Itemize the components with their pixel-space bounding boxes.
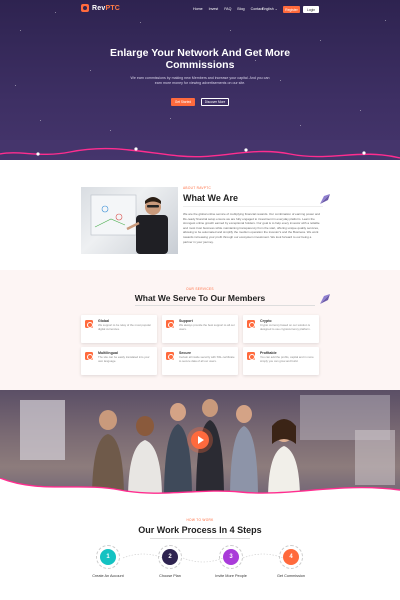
service-card-profitable[interactable]: Profitable You can add the profits, capi… xyxy=(243,347,319,375)
steps-divider xyxy=(150,538,250,539)
about-title: What We Are xyxy=(183,193,239,203)
service-card-secure[interactable]: Secure Certain all inside security with … xyxy=(162,347,238,375)
step-label: Invite More People xyxy=(215,574,247,578)
steps-title: Our Work Process In 4 Steps xyxy=(138,525,262,535)
hero-title: Enlarge Your Network And Get More Commis… xyxy=(109,47,291,71)
photo-wave xyxy=(0,478,400,508)
services-tag: OUR SERVICES xyxy=(186,287,214,291)
nav-link-blog[interactable]: Blog xyxy=(237,7,244,11)
step-number-2: 2 xyxy=(162,549,178,565)
language-select[interactable]: English ⌄ xyxy=(262,7,278,11)
hero-subtitle: We earn commissions by making new Member… xyxy=(130,76,270,85)
logo[interactable]: RevPTC xyxy=(81,4,120,12)
logo-text-b: PTC xyxy=(105,4,121,12)
about-divider xyxy=(183,206,323,207)
service-card-crypto[interactable]: Crypto Crypto currency based on our solu… xyxy=(243,315,319,343)
step-label: Get Commission xyxy=(276,574,306,578)
service-card-desc: The site can be easily translated into y… xyxy=(98,355,150,363)
globe-icon xyxy=(85,320,93,328)
register-button[interactable]: Register xyxy=(283,6,300,13)
support-icon xyxy=(166,320,174,328)
about-image xyxy=(81,187,178,254)
service-card-desc: You can add the profits, capital and in … xyxy=(260,355,314,363)
service-card-desc: Certain all inside security with SSL cer… xyxy=(179,355,235,363)
step-label: Create An Account xyxy=(92,574,124,578)
services-divider xyxy=(135,305,315,306)
step-number-1: 1 xyxy=(100,549,116,565)
service-card-desc: Crypto currency based on our solution is… xyxy=(260,323,311,331)
rocket-icon xyxy=(320,194,330,204)
step-label: Choose Plan xyxy=(159,574,181,578)
lock-icon xyxy=(166,352,174,360)
service-card-desc: We support to be relay of the most popul… xyxy=(98,323,151,331)
crypto-icon xyxy=(247,320,255,328)
about-tag: ABOUT RAVPTC xyxy=(183,186,212,190)
rocket-icon xyxy=(320,294,330,304)
play-video-button[interactable] xyxy=(191,431,209,449)
get-started-button[interactable]: Get Started xyxy=(171,98,195,106)
services-title: What We Serve To Our Members xyxy=(134,293,266,303)
step-number-3: 3 xyxy=(223,549,239,565)
discover-more-button[interactable]: Discover More xyxy=(201,98,229,106)
service-card-global[interactable]: Global We support to be relay of the mos… xyxy=(81,315,157,343)
login-button[interactable]: Login xyxy=(303,6,319,13)
nav-link-faq[interactable]: FAQ xyxy=(224,7,231,11)
steps-connector xyxy=(122,553,284,563)
nav-link-invest[interactable]: Invest xyxy=(209,7,219,11)
logo-icon xyxy=(81,4,89,12)
profit-icon xyxy=(247,352,255,360)
hero-wave xyxy=(0,140,400,159)
nav-links: Home Invest FAQ Blog Contact xyxy=(193,7,263,11)
language-icon xyxy=(85,352,93,360)
top-nav: RevPTC Home Invest FAQ Blog Contact Engl… xyxy=(0,4,400,18)
step-number-4: 4 xyxy=(283,549,299,565)
service-card-desc: We always provide the best support to al… xyxy=(179,323,235,331)
hero-section: RevPTC Home Invest FAQ Blog Contact Engl… xyxy=(0,0,400,160)
steps-tag: HOW TO WORK xyxy=(186,518,214,522)
page: RevPTC Home Invest FAQ Blog Contact Engl… xyxy=(0,0,400,600)
service-card-multilingual[interactable]: Multilingual The site can be easily tran… xyxy=(81,347,157,375)
about-text: We are the global online service of mult… xyxy=(183,212,321,244)
service-card-support[interactable]: Support We always provide the best suppo… xyxy=(162,315,238,343)
logo-text-a: Rev xyxy=(92,4,106,12)
nav-link-home[interactable]: Home xyxy=(193,7,203,11)
